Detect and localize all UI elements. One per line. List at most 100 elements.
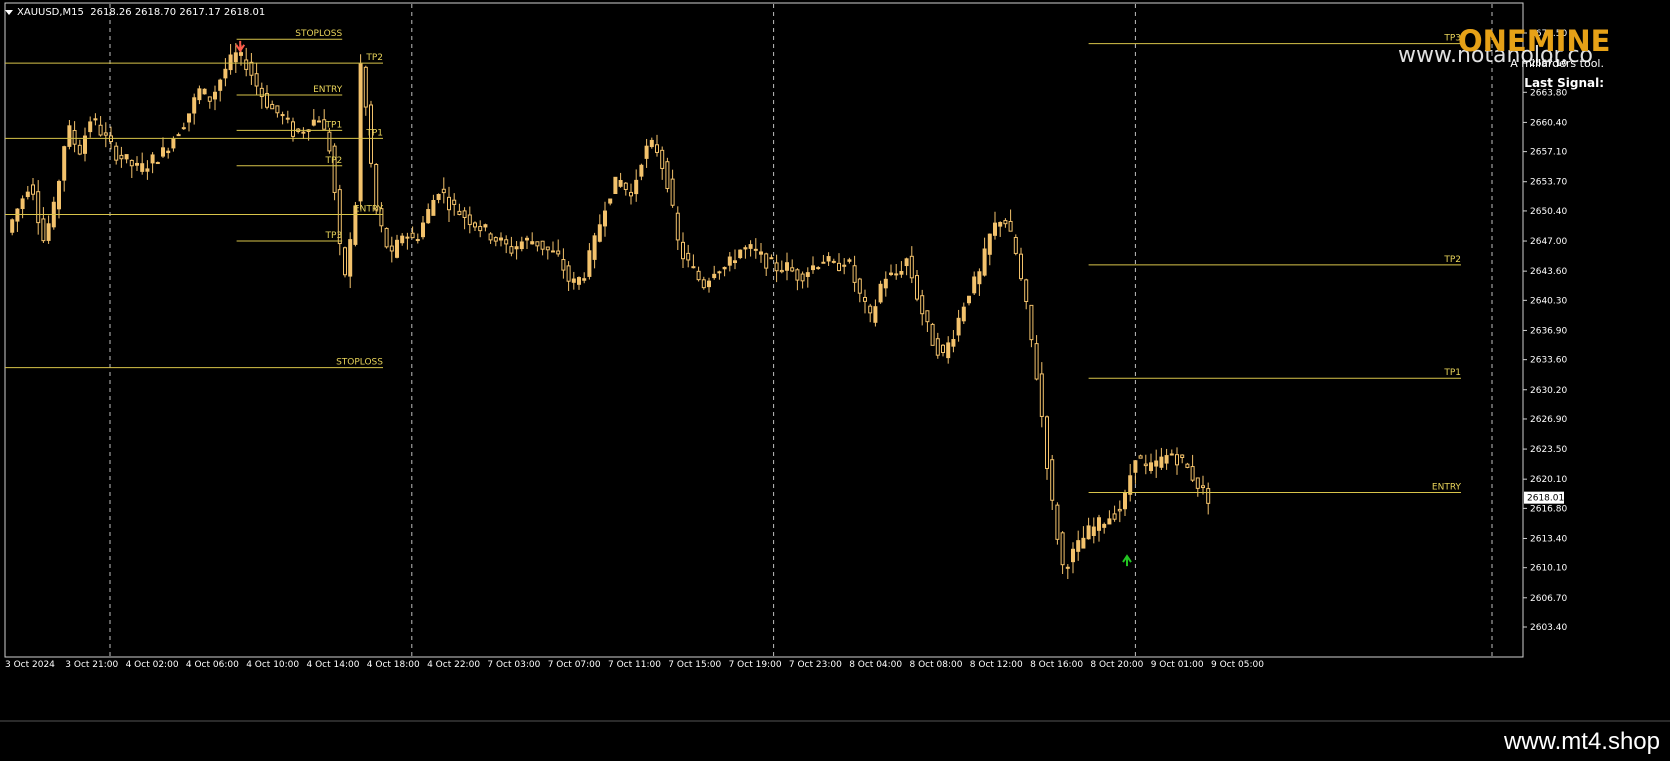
candle-body <box>816 267 821 270</box>
candle-body <box>88 121 93 133</box>
candle-body <box>696 270 701 281</box>
candle-body <box>291 121 295 137</box>
candle-body <box>925 310 930 323</box>
candle-body <box>197 88 202 101</box>
brand-name: ONEMINE <box>1458 24 1611 58</box>
candle-body <box>395 239 399 258</box>
candle-body <box>764 253 769 269</box>
candle-body <box>785 262 789 271</box>
candle-body <box>1097 517 1101 531</box>
candle-body <box>36 191 41 224</box>
chart-frame[interactable]: 3 Oct 2024 3 Oct 21:00 4 Oct 02:00 4 Oct 06… <box>0 0 1670 720</box>
candle-body <box>410 232 415 239</box>
candle-body <box>883 278 888 289</box>
candle-body <box>681 241 685 260</box>
candle-body <box>551 250 555 253</box>
candle-body <box>1133 460 1138 473</box>
level-label: TP1 <box>325 120 343 130</box>
candle-body <box>473 222 477 228</box>
candle-body <box>842 264 847 267</box>
candle-body <box>62 146 67 181</box>
candle-body <box>665 161 670 189</box>
candle-body <box>207 96 212 102</box>
candle-body <box>1065 566 1070 569</box>
candle-body <box>717 271 722 274</box>
candle-body <box>145 168 150 172</box>
candle-body <box>1029 304 1034 341</box>
candle-body <box>1159 456 1164 468</box>
candle-body <box>161 147 165 157</box>
last-signal-label: Last Signal: <box>1524 76 1604 90</box>
candle-body <box>202 88 207 95</box>
x-tick-label: 4 Oct 02:00 <box>126 660 179 670</box>
candle-body <box>649 139 654 148</box>
candle-body <box>577 277 581 285</box>
y-tick-label: 2603.40 <box>1530 623 1567 633</box>
candle-body <box>285 117 290 120</box>
symbol-label: XAUUSD,M15 <box>17 7 84 18</box>
candle-body <box>972 276 977 294</box>
candle-body <box>868 305 873 314</box>
candle-body <box>837 262 841 272</box>
price-chart[interactable]: 3 Oct 2024 3 Oct 21:00 4 Oct 02:00 4 Oct 06… <box>0 0 1670 720</box>
footer-url[interactable]: www.mt4.shop <box>1504 728 1660 756</box>
candle-body <box>124 154 129 160</box>
candle-body <box>821 261 826 264</box>
candle-body <box>140 163 145 172</box>
candle-body <box>1138 455 1143 459</box>
x-tick-label: 4 Oct 14:00 <box>307 660 360 670</box>
candle-body <box>1034 343 1039 380</box>
candle-body <box>129 159 134 167</box>
candle-body <box>150 154 155 164</box>
candle-body <box>769 257 774 260</box>
y-tick-label: 2630.20 <box>1530 386 1567 396</box>
candle-body <box>176 134 181 137</box>
level-label: TP3 <box>325 231 343 241</box>
candle-body <box>431 199 436 216</box>
candle-body <box>77 144 82 155</box>
candle-body <box>920 295 925 315</box>
candle-body <box>504 239 509 245</box>
candle-body <box>561 259 566 271</box>
candle-body <box>889 272 893 276</box>
candle-body <box>1180 454 1185 458</box>
x-tick-label: 4 Oct 18:00 <box>367 660 420 670</box>
y-tick-label: 2623.50 <box>1530 445 1567 455</box>
x-tick-label: 7 Oct 07:00 <box>548 660 601 670</box>
candle-body <box>181 127 186 130</box>
candle-body <box>587 250 592 277</box>
candle-body <box>1206 488 1211 504</box>
candle-body <box>592 235 597 260</box>
candle-body <box>961 306 966 322</box>
x-tick-label: 8 Oct 16:00 <box>1030 660 1083 670</box>
x-tick-label: 3 Oct 21:00 <box>65 660 118 670</box>
level-label: ENTRY <box>354 204 384 214</box>
candle-body <box>509 246 514 254</box>
y-tick-label: 2606.70 <box>1530 594 1567 604</box>
candle-body <box>831 260 836 263</box>
candle-body <box>1003 220 1008 225</box>
candle-body <box>223 68 228 79</box>
candle-body <box>826 256 831 262</box>
candle-body <box>155 162 160 165</box>
candle-body <box>738 249 743 259</box>
y-tick-label: 2647.00 <box>1530 237 1567 247</box>
candle-body <box>857 278 862 294</box>
candle-body <box>103 132 108 136</box>
x-tick-label: 8 Oct 12:00 <box>970 660 1023 670</box>
y-tick-label: 2660.40 <box>1530 118 1567 128</box>
candle-body <box>930 323 935 346</box>
candle-body <box>57 180 61 210</box>
candle-body <box>639 164 644 177</box>
candle-body <box>447 196 451 211</box>
candle-body <box>192 97 197 114</box>
candle-body <box>421 222 425 238</box>
candle-body <box>909 255 914 279</box>
candle-body <box>1190 466 1195 481</box>
candle-body <box>675 212 680 241</box>
ohlc-quote: 2618.26 2618.70 2617.17 2618.01 <box>90 7 266 18</box>
candle-body <box>20 198 25 210</box>
y-tick-label: 2620.10 <box>1530 475 1567 485</box>
y-tick-label: 2640.30 <box>1530 296 1567 306</box>
dropdown-triangle-icon[interactable] <box>5 9 13 15</box>
